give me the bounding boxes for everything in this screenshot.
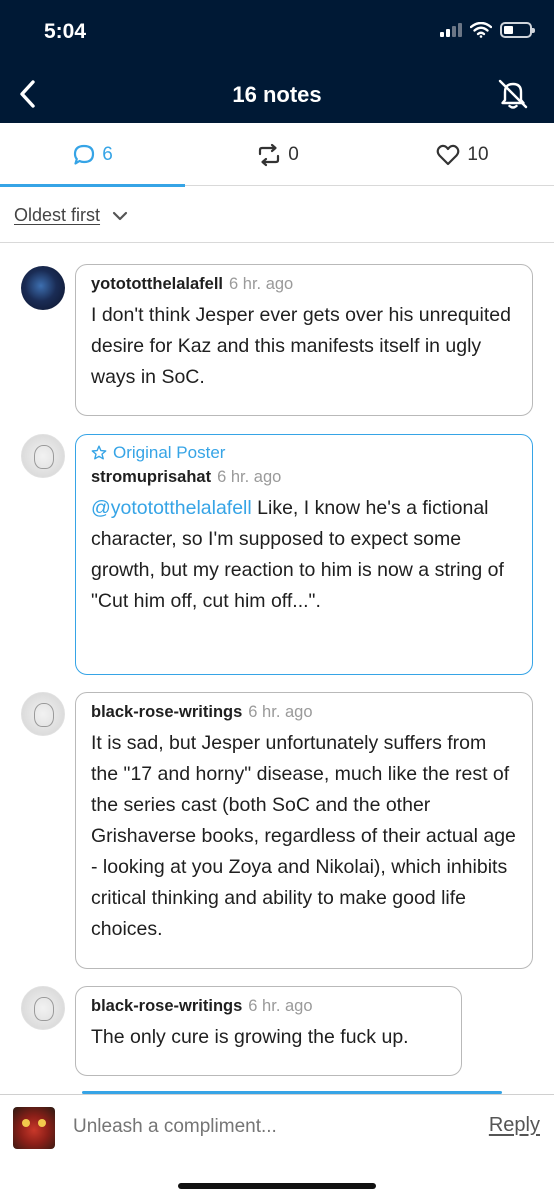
sort-dropdown[interactable]: Oldest first <box>14 205 128 226</box>
tab-likes-count: 10 <box>467 143 489 165</box>
current-user-avatar <box>13 1107 55 1149</box>
timestamp: 6 hr. ago <box>248 997 313 1015</box>
avatar[interactable] <box>21 986 65 1030</box>
username[interactable]: stromuprisahat <box>91 468 211 486</box>
tab-replies-count: 6 <box>102 143 113 165</box>
chevron-down-icon <box>112 211 128 220</box>
cellular-signal-icon <box>440 23 462 37</box>
speech-bubble-icon <box>74 144 95 165</box>
reply-button[interactable]: Reply <box>489 1114 540 1137</box>
username[interactable]: black-rose-writings <box>91 703 242 721</box>
tab-replies[interactable]: 6 <box>0 123 185 187</box>
home-indicator[interactable] <box>178 1183 376 1189</box>
comment-bubble-op: Original Poster stromuprisahat 6 hr. ago … <box>75 434 533 675</box>
timestamp: 6 hr. ago <box>248 703 313 721</box>
comment-bubble: black-rose-writings 6 hr. ago The only cu… <box>75 986 462 1076</box>
bell-off-icon <box>498 79 528 109</box>
avatar[interactable] <box>21 266 65 310</box>
notes-tabs: 6 0 10 <box>0 123 554 187</box>
active-tab-indicator <box>0 184 185 187</box>
comment-text: It is sad, but Jesper unfortunately suff… <box>91 732 516 940</box>
comment-bubble: black-rose-writings 6 hr. ago It is sad, … <box>75 692 533 969</box>
divider <box>0 242 554 243</box>
comment-meta: yotototthelalafell 6 hr. ago <box>91 275 517 294</box>
timestamp: 6 hr. ago <box>229 275 294 293</box>
avatar[interactable] <box>21 692 65 736</box>
tab-reblogs-count: 0 <box>288 143 299 165</box>
reblog-icon <box>259 143 280 166</box>
page-title: 16 notes <box>232 82 322 107</box>
reply-input[interactable] <box>73 1116 453 1138</box>
tab-reblogs[interactable]: 0 <box>185 123 370 186</box>
comment-text: @yotototthelalafell Like, I know he's a … <box>91 493 517 617</box>
comment-meta: black-rose-writings 6 hr. ago <box>91 997 446 1016</box>
username[interactable]: yotototthelalafell <box>91 275 223 293</box>
comment-meta: black-rose-writings 6 hr. ago <box>91 703 517 722</box>
app-header: 5:04 16 notes <box>0 0 554 123</box>
tab-likes[interactable]: 10 <box>370 123 554 186</box>
star-icon <box>91 445 107 460</box>
avatar[interactable] <box>21 434 65 478</box>
original-poster-label: Original Poster <box>91 443 517 463</box>
username[interactable]: black-rose-writings <box>91 997 242 1015</box>
battery-icon <box>500 22 535 38</box>
wifi-icon <box>470 22 492 38</box>
status-time: 5:04 <box>44 20 87 43</box>
mention-link[interactable]: @yotototthelalafell <box>91 497 252 519</box>
original-poster-text: Original Poster <box>113 443 226 462</box>
comment-meta: stromuprisahat 6 hr. ago <box>91 468 517 487</box>
comment-bubble: yotototthelalafell 6 hr. ago I don't thin… <box>75 264 533 416</box>
timestamp: 6 hr. ago <box>217 468 282 486</box>
comment-text: The only cure is growing the fuck up. <box>91 1026 409 1048</box>
heart-icon <box>437 144 460 165</box>
status-icons <box>440 22 535 38</box>
mute-notifications-button[interactable] <box>496 77 530 111</box>
sort-label: Oldest first <box>14 205 101 225</box>
comment-text: I don't think Jesper ever gets over his … <box>91 304 511 388</box>
